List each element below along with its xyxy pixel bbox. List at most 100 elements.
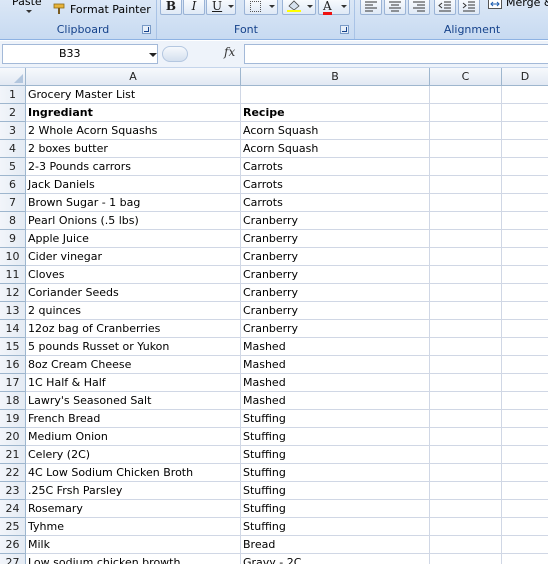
cell-a[interactable]: Celery (2C) — [26, 446, 241, 464]
cell-c[interactable] — [430, 86, 502, 104]
cell-d[interactable] — [502, 428, 548, 446]
row-header[interactable]: 22 — [0, 464, 26, 482]
cell-c[interactable] — [430, 212, 502, 230]
italic-button[interactable]: I — [183, 0, 205, 15]
clipboard-dialog-launcher-icon[interactable] — [142, 25, 151, 34]
cell-d[interactable] — [502, 410, 548, 428]
name-box[interactable]: B33 — [2, 44, 158, 64]
row-header[interactable]: 17 — [0, 374, 26, 392]
cell-a[interactable]: 8oz Cream Cheese — [26, 356, 241, 374]
cell-d[interactable] — [502, 302, 548, 320]
cell-a[interactable]: Apple Juice — [26, 230, 241, 248]
row-header[interactable]: 20 — [0, 428, 26, 446]
select-all-button[interactable] — [0, 68, 26, 86]
cell-d[interactable] — [502, 140, 548, 158]
cell-c[interactable] — [430, 482, 502, 500]
cell-d[interactable] — [502, 482, 548, 500]
row-header[interactable]: 25 — [0, 518, 26, 536]
cell-d[interactable] — [502, 554, 548, 564]
cell-a[interactable]: Brown Sugar - 1 bag — [26, 194, 241, 212]
cell-b[interactable]: Cranberry — [241, 212, 430, 230]
cell-d[interactable] — [502, 230, 548, 248]
cell-b[interactable]: Cranberry — [241, 284, 430, 302]
cell-c[interactable] — [430, 338, 502, 356]
cell-a[interactable]: 5 pounds Russet or Yukon — [26, 338, 241, 356]
cell-d[interactable] — [502, 212, 548, 230]
cell-a[interactable]: Lawry's Seasoned Salt — [26, 392, 241, 410]
row-header[interactable]: 14 — [0, 320, 26, 338]
align-right-button[interactable] — [408, 0, 430, 15]
borders-button[interactable] — [244, 0, 278, 15]
row-header[interactable]: 16 — [0, 356, 26, 374]
row-header[interactable]: 24 — [0, 500, 26, 518]
cell-d[interactable] — [502, 518, 548, 536]
font-color-button[interactable]: A — [318, 0, 350, 15]
name-box-dropdown-icon[interactable] — [149, 53, 157, 57]
row-header[interactable]: 12 — [0, 284, 26, 302]
row-header[interactable]: 8 — [0, 212, 26, 230]
row-header[interactable]: 9 — [0, 230, 26, 248]
cell-a[interactable]: 2 Whole Acorn Squashs — [26, 122, 241, 140]
cell-c[interactable] — [430, 392, 502, 410]
cell-a[interactable]: Coriander Seeds — [26, 284, 241, 302]
increase-indent-button[interactable] — [458, 0, 480, 15]
cell-b[interactable]: Mashed — [241, 374, 430, 392]
row-header[interactable]: 7 — [0, 194, 26, 212]
cell-b[interactable]: Cranberry — [241, 230, 430, 248]
cell-c[interactable] — [430, 320, 502, 338]
cell-d[interactable] — [502, 104, 548, 122]
insert-function-icon[interactable]: fx — [224, 45, 235, 59]
cell-d[interactable] — [502, 176, 548, 194]
cell-b[interactable]: Recipe — [241, 104, 430, 122]
cell-c[interactable] — [430, 536, 502, 554]
cell-b[interactable]: Mashed — [241, 338, 430, 356]
row-header[interactable]: 6 — [0, 176, 26, 194]
cell-a[interactable]: 4C Low Sodium Chicken Broth — [26, 464, 241, 482]
cell-b[interactable]: Mashed — [241, 392, 430, 410]
row-header[interactable]: 3 — [0, 122, 26, 140]
column-header-d[interactable]: D — [502, 68, 548, 86]
cell-b[interactable]: Gravy - 2C — [241, 554, 430, 564]
row-header[interactable]: 18 — [0, 392, 26, 410]
align-center-button[interactable] — [384, 0, 406, 15]
cell-d[interactable] — [502, 500, 548, 518]
cell-c[interactable] — [430, 464, 502, 482]
row-header[interactable]: 27 — [0, 554, 26, 564]
merge-center-button[interactable]: Merge & — [486, 0, 548, 12]
row-header[interactable]: 4 — [0, 140, 26, 158]
cell-a[interactable]: Cloves — [26, 266, 241, 284]
row-header[interactable]: 15 — [0, 338, 26, 356]
cell-d[interactable] — [502, 122, 548, 140]
cell-d[interactable] — [502, 536, 548, 554]
cell-b[interactable]: Carrots — [241, 176, 430, 194]
decrease-indent-button[interactable] — [434, 0, 456, 15]
cell-a[interactable]: Low sodium chicken browth — [26, 554, 241, 564]
row-header[interactable]: 26 — [0, 536, 26, 554]
cell-b[interactable]: Carrots — [241, 158, 430, 176]
cell-d[interactable] — [502, 284, 548, 302]
cell-b[interactable]: Stuffing — [241, 410, 430, 428]
column-header-b[interactable]: B — [241, 68, 430, 86]
cell-c[interactable] — [430, 374, 502, 392]
cell-c[interactable] — [430, 428, 502, 446]
cell-a[interactable]: 2 quinces — [26, 302, 241, 320]
cell-d[interactable] — [502, 194, 548, 212]
cell-d[interactable] — [502, 338, 548, 356]
cell-c[interactable] — [430, 158, 502, 176]
cell-a[interactable]: .25C Frsh Parsley — [26, 482, 241, 500]
row-header[interactable]: 10 — [0, 248, 26, 266]
cell-d[interactable] — [502, 158, 548, 176]
cell-d[interactable] — [502, 266, 548, 284]
cell-b[interactable]: Stuffing — [241, 428, 430, 446]
cell-a[interactable]: 12oz bag of Cranberries — [26, 320, 241, 338]
cell-c[interactable] — [430, 248, 502, 266]
cell-b[interactable]: Cranberry — [241, 302, 430, 320]
row-header[interactable]: 2 — [0, 104, 26, 122]
cell-a[interactable]: Cider vinegar — [26, 248, 241, 266]
row-header[interactable]: 11 — [0, 266, 26, 284]
row-header[interactable]: 21 — [0, 446, 26, 464]
cell-b[interactable]: Acorn Squash — [241, 122, 430, 140]
cell-a[interactable]: Grocery Master List — [26, 86, 241, 104]
cell-d[interactable] — [502, 374, 548, 392]
underline-button[interactable]: U — [206, 0, 236, 15]
